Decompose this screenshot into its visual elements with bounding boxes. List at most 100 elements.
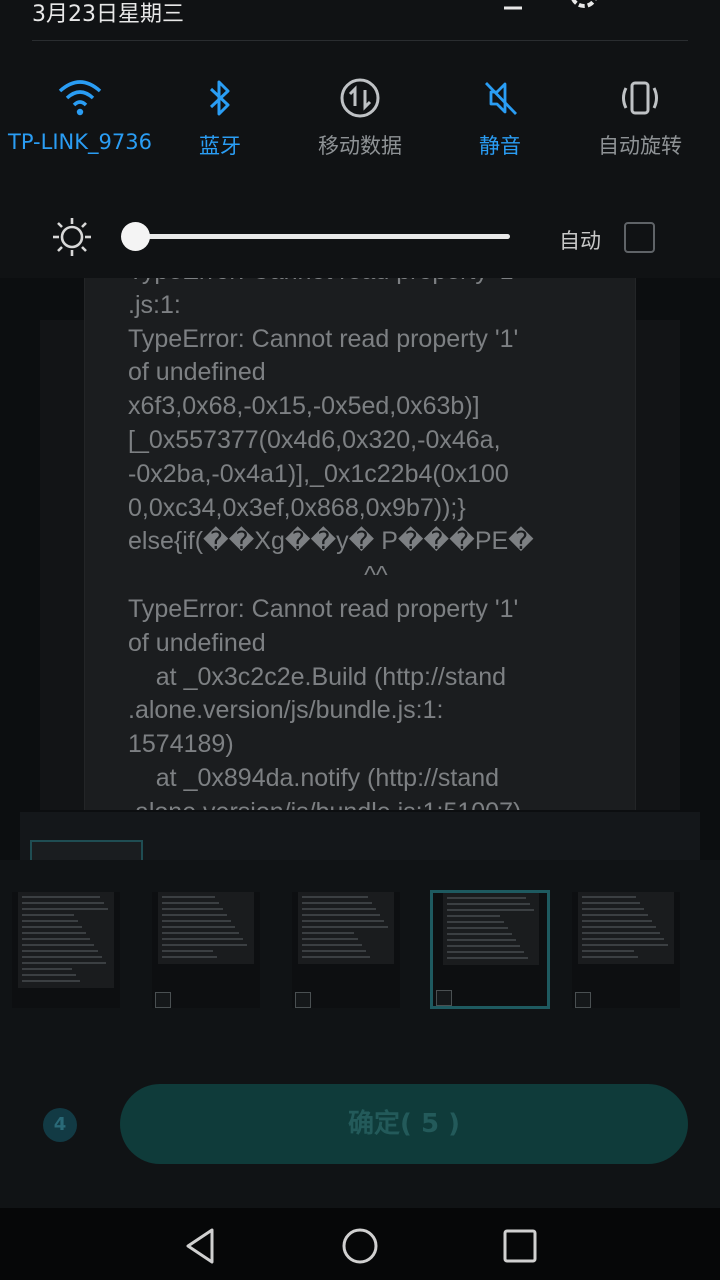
error-log-text: TypeError: Cannot read property '1' .js:… (128, 278, 534, 810)
page-number-badge: 4 (43, 1108, 77, 1142)
edit-mark-icon (155, 992, 171, 1008)
thumbnail-text-line (447, 945, 520, 947)
thumbnail-text-line (22, 896, 100, 898)
thumbnail-text-line (162, 920, 231, 922)
thumbnail-2[interactable] (152, 892, 260, 1008)
thumbnail-text-line (447, 909, 534, 911)
thumbnail-text-line (582, 920, 652, 922)
thumbnail-text-line (447, 921, 504, 923)
thumbnail-text-line (22, 908, 108, 910)
thumbnail-text-line (22, 944, 94, 946)
mobile-data-icon (340, 78, 380, 118)
thumbnail-text-line (162, 908, 223, 910)
mute-icon (484, 82, 518, 115)
edit-mark-icon (295, 992, 311, 1008)
edit-mark-icon (575, 992, 591, 1008)
gear-icon[interactable] (566, 0, 602, 14)
tile-mobile-data[interactable]: 移动数据 (288, 78, 432, 160)
thumbnail-text-line (162, 914, 227, 916)
tile-label: 蓝牙 (199, 134, 241, 158)
thumbnail-text-line (162, 944, 247, 946)
date-label: 3月23日星期三 (32, 2, 184, 27)
thumbnail-text-line (22, 968, 72, 970)
thumbnail-text-line (162, 956, 217, 958)
thumbnail-text-line (22, 914, 74, 916)
thumbnail-text-line (447, 927, 508, 929)
thumbnail-text-line (447, 939, 516, 941)
thumbnail-text-line (582, 938, 664, 940)
auto-rotate-icon (622, 81, 658, 115)
thumbnail-text-line (302, 944, 362, 946)
tile-label: 静音 (479, 134, 521, 158)
thumbnail-3[interactable] (292, 892, 400, 1008)
thumbnail-text-line (22, 962, 106, 964)
thumbnail-text-line (22, 980, 80, 982)
thumbnail-text-line (447, 957, 528, 959)
thumbnail-text-line (22, 938, 90, 940)
brightness-slider-track[interactable] (136, 234, 510, 239)
thumbnail-text-line (162, 896, 215, 898)
thumbnail-tab-preview[interactable] (30, 840, 143, 862)
thumbnail-5[interactable] (572, 892, 680, 1008)
back-icon[interactable] (180, 1226, 220, 1266)
thumbnail-1[interactable] (12, 892, 120, 1008)
thumbnail-text-line (447, 903, 530, 905)
thumbnail-text-line (162, 932, 239, 934)
brightness-slider-thumb[interactable] (121, 222, 150, 251)
thumbnail-text-line (582, 932, 660, 934)
thumbnail-text-line (22, 950, 98, 952)
thumbnail-text-line (162, 902, 219, 904)
recents-icon[interactable] (500, 1226, 540, 1266)
screenshot-preview[interactable]: TypeError: Cannot read property '1' .js:… (84, 278, 636, 810)
thumbnail-text-line (447, 951, 524, 953)
thumbnail-text-line (22, 956, 102, 958)
edit-mark-icon (436, 990, 452, 1006)
thumbnail-text-line (22, 932, 86, 934)
edit-tiles-icon[interactable] (484, 0, 526, 12)
thumbnail-text-line (302, 956, 370, 958)
thumbnail-text-line (302, 938, 358, 940)
auto-brightness-checkbox[interactable] (624, 222, 655, 253)
notification-shade: 3月23日星期三 TP-LINK_9736 蓝牙 移动数据 静音 自动旋转 自动 (0, 0, 720, 278)
thumbnail-text-line (582, 956, 638, 958)
thumbnail-text-line (582, 896, 636, 898)
home-icon[interactable] (340, 1226, 380, 1266)
tile-mute[interactable]: 静音 (428, 78, 572, 160)
thumbnail-text-line (302, 926, 388, 928)
thumbnail-text-line (582, 944, 668, 946)
thumbnail-text-line (582, 902, 640, 904)
thumbnail-text-line (162, 950, 213, 952)
tile-auto-rotate[interactable]: 自动旋转 (568, 78, 712, 160)
brightness-icon (53, 218, 91, 256)
thumbnail-4-selected[interactable] (430, 890, 550, 1009)
thumbnail-text-line (447, 897, 526, 899)
thumbnail-text-line (447, 915, 500, 917)
thumbnail-text-line (22, 920, 78, 922)
confirm-button[interactable]: 确定( 5 ) (120, 1084, 688, 1164)
thumbnail-text-line (162, 938, 243, 940)
thumbnail-text-line (302, 950, 366, 952)
thumbnail-text-line (302, 932, 354, 934)
auto-brightness-label: 自动 (559, 229, 601, 253)
thumbnail-text-line (582, 914, 648, 916)
thumbnail-text-line (582, 950, 634, 952)
tile-label: 移动数据 (318, 134, 402, 158)
background-page-left (40, 320, 84, 810)
chevron-down-icon[interactable] (652, 0, 672, 10)
tile-label: TP-LINK_9736 (8, 130, 152, 154)
thumbnail-text-line (302, 920, 384, 922)
divider (32, 40, 688, 41)
bluetooth-icon (209, 80, 230, 116)
thumbnail-text-line (302, 896, 368, 898)
thumbnail-text-line (447, 933, 512, 935)
thumbnail-text-line (302, 914, 380, 916)
thumbnail-text-line (302, 902, 372, 904)
tile-label: 自动旋转 (598, 134, 682, 158)
navigation-bar (0, 1208, 720, 1280)
thumbnail-text-line (302, 908, 376, 910)
thumbnail-text-line (22, 974, 76, 976)
tile-bluetooth[interactable]: 蓝牙 (148, 78, 292, 160)
tile-wifi[interactable]: TP-LINK_9736 (8, 78, 152, 154)
thumbnail-text-line (22, 926, 82, 928)
wifi-icon (58, 80, 102, 116)
